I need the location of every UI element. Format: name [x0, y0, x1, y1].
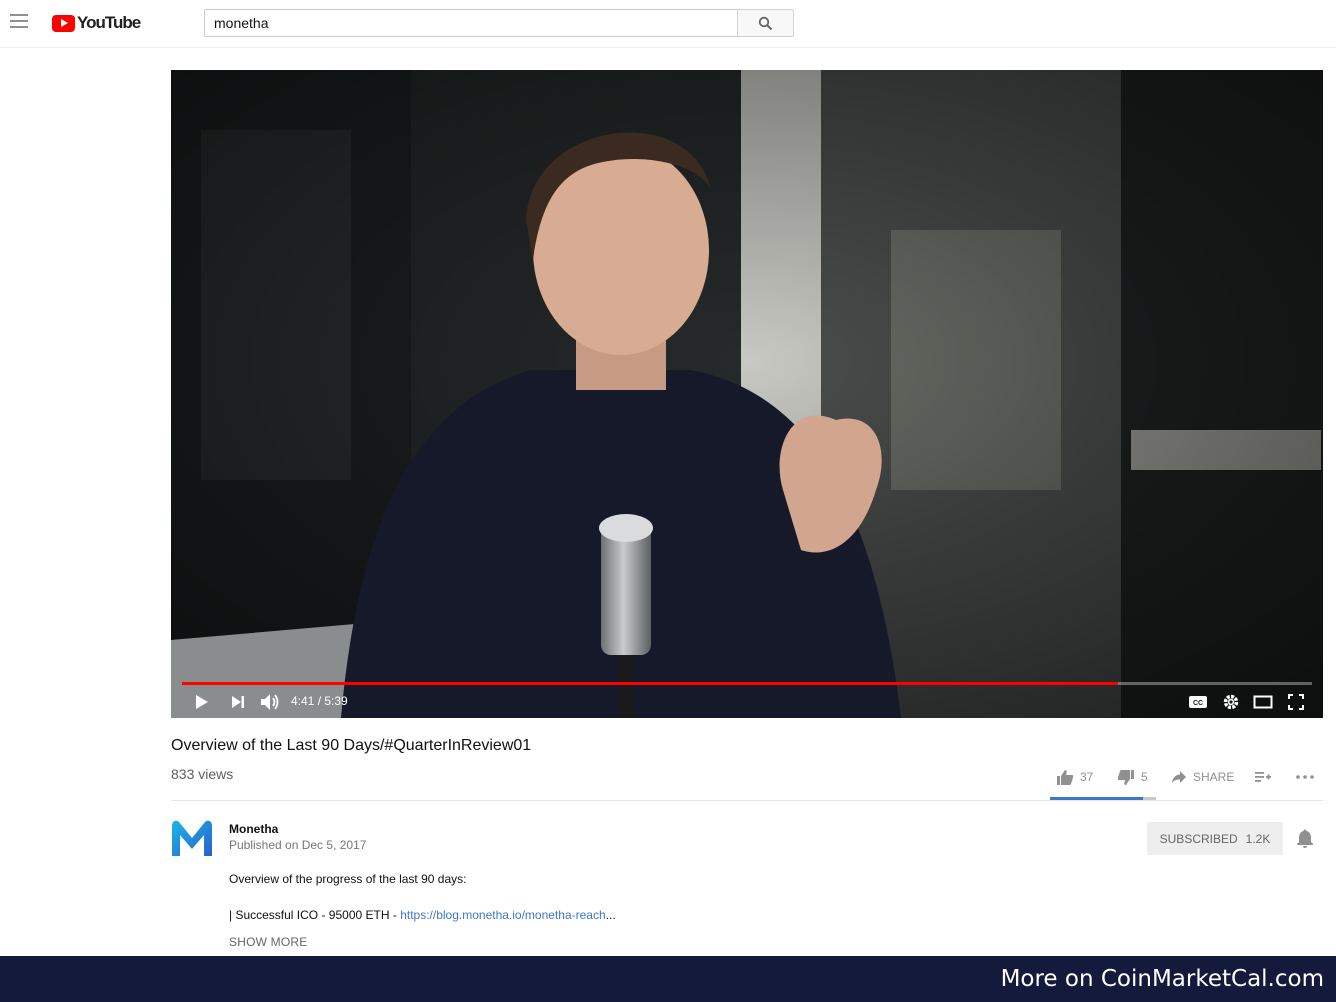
search-button[interactable] — [737, 9, 794, 37]
settings-button[interactable] — [1219, 691, 1243, 713]
mute-button[interactable] — [258, 691, 282, 713]
description-line: | Successful ICO - 95000 ETH - https://b… — [229, 908, 616, 922]
theater-mode-icon — [1253, 695, 1273, 709]
video-title: Overview of the Last 90 Days/#QuarterInR… — [171, 737, 532, 754]
thumbs-down-icon — [1117, 769, 1134, 785]
time-display: 4:41 / 5:39 — [291, 694, 348, 708]
like-count: 37 — [1080, 770, 1094, 784]
like-button[interactable]: 37 — [1056, 762, 1093, 792]
description-text: | Successful ICO - 95000 ETH - — [229, 908, 401, 922]
menu-icon[interactable] — [10, 14, 28, 32]
view-count: 833 views — [171, 766, 234, 782]
description-line: Overview of the progress of the last 90 … — [229, 872, 467, 886]
video-frame — [171, 70, 1323, 718]
next-button[interactable] — [226, 691, 250, 713]
theater-mode-button[interactable] — [1251, 691, 1275, 713]
progress-played — [182, 682, 1118, 685]
promo-banner: More on CoinMarketCal.com — [0, 956, 1336, 1002]
subscribe-label: SUBSCRIBED — [1159, 831, 1238, 846]
progress-bar[interactable] — [182, 682, 1312, 685]
search-input[interactable] — [204, 9, 737, 37]
description-ellipsis: ... — [605, 908, 616, 922]
video-player[interactable]: 4:41 / 5:39 CC — [171, 70, 1323, 718]
section-divider — [171, 800, 1323, 801]
subscriber-count: 1.2K — [1245, 831, 1271, 846]
subscribe-button[interactable]: SUBSCRIBED 1.2K — [1147, 822, 1283, 855]
gear-icon — [1223, 694, 1239, 710]
youtube-logo[interactable]: YouTube — [52, 13, 141, 33]
more-horizontal-icon — [1296, 775, 1314, 779]
captions-button[interactable]: CC — [1186, 691, 1210, 713]
captions-icon: CC — [1189, 696, 1207, 708]
fullscreen-button[interactable] — [1284, 691, 1308, 713]
top-bar: YouTube — [0, 0, 1336, 48]
play-button[interactable] — [190, 691, 214, 713]
channel-name[interactable]: Monetha — [229, 822, 278, 836]
show-more-button[interactable]: SHOW MORE — [229, 935, 307, 949]
volume-icon — [261, 694, 279, 710]
youtube-play-logo-icon — [52, 14, 75, 32]
next-icon — [232, 696, 244, 708]
notification-bell-button[interactable] — [1296, 828, 1314, 848]
more-actions-button[interactable] — [1296, 762, 1314, 792]
share-label: SHARE — [1193, 770, 1235, 784]
player-controls: 4:41 / 5:39 CC — [171, 686, 1323, 718]
bell-icon — [1297, 829, 1313, 848]
dislike-count: 5 — [1141, 770, 1148, 784]
thumbs-up-icon — [1057, 769, 1074, 785]
add-to-playlist-button[interactable] — [1255, 762, 1271, 792]
dislike-button[interactable]: 5 — [1117, 762, 1148, 792]
search-icon — [758, 16, 773, 30]
publish-date: Published on Dec 5, 2017 — [229, 838, 367, 852]
search-bar — [204, 9, 794, 37]
svg-text:CC: CC — [1193, 700, 1203, 707]
channel-avatar[interactable] — [171, 818, 213, 858]
banner-text[interactable]: More on CoinMarketCal.com — [1001, 966, 1324, 992]
share-button[interactable]: SHARE — [1171, 762, 1234, 792]
logo-text: YouTube — [77, 13, 141, 32]
play-icon — [196, 695, 208, 709]
add-to-playlist-icon — [1255, 772, 1271, 782]
description-link[interactable]: https://blog.monetha.io/monetha-reach — [400, 908, 605, 922]
fullscreen-icon — [1288, 694, 1304, 710]
share-icon — [1172, 771, 1186, 783]
